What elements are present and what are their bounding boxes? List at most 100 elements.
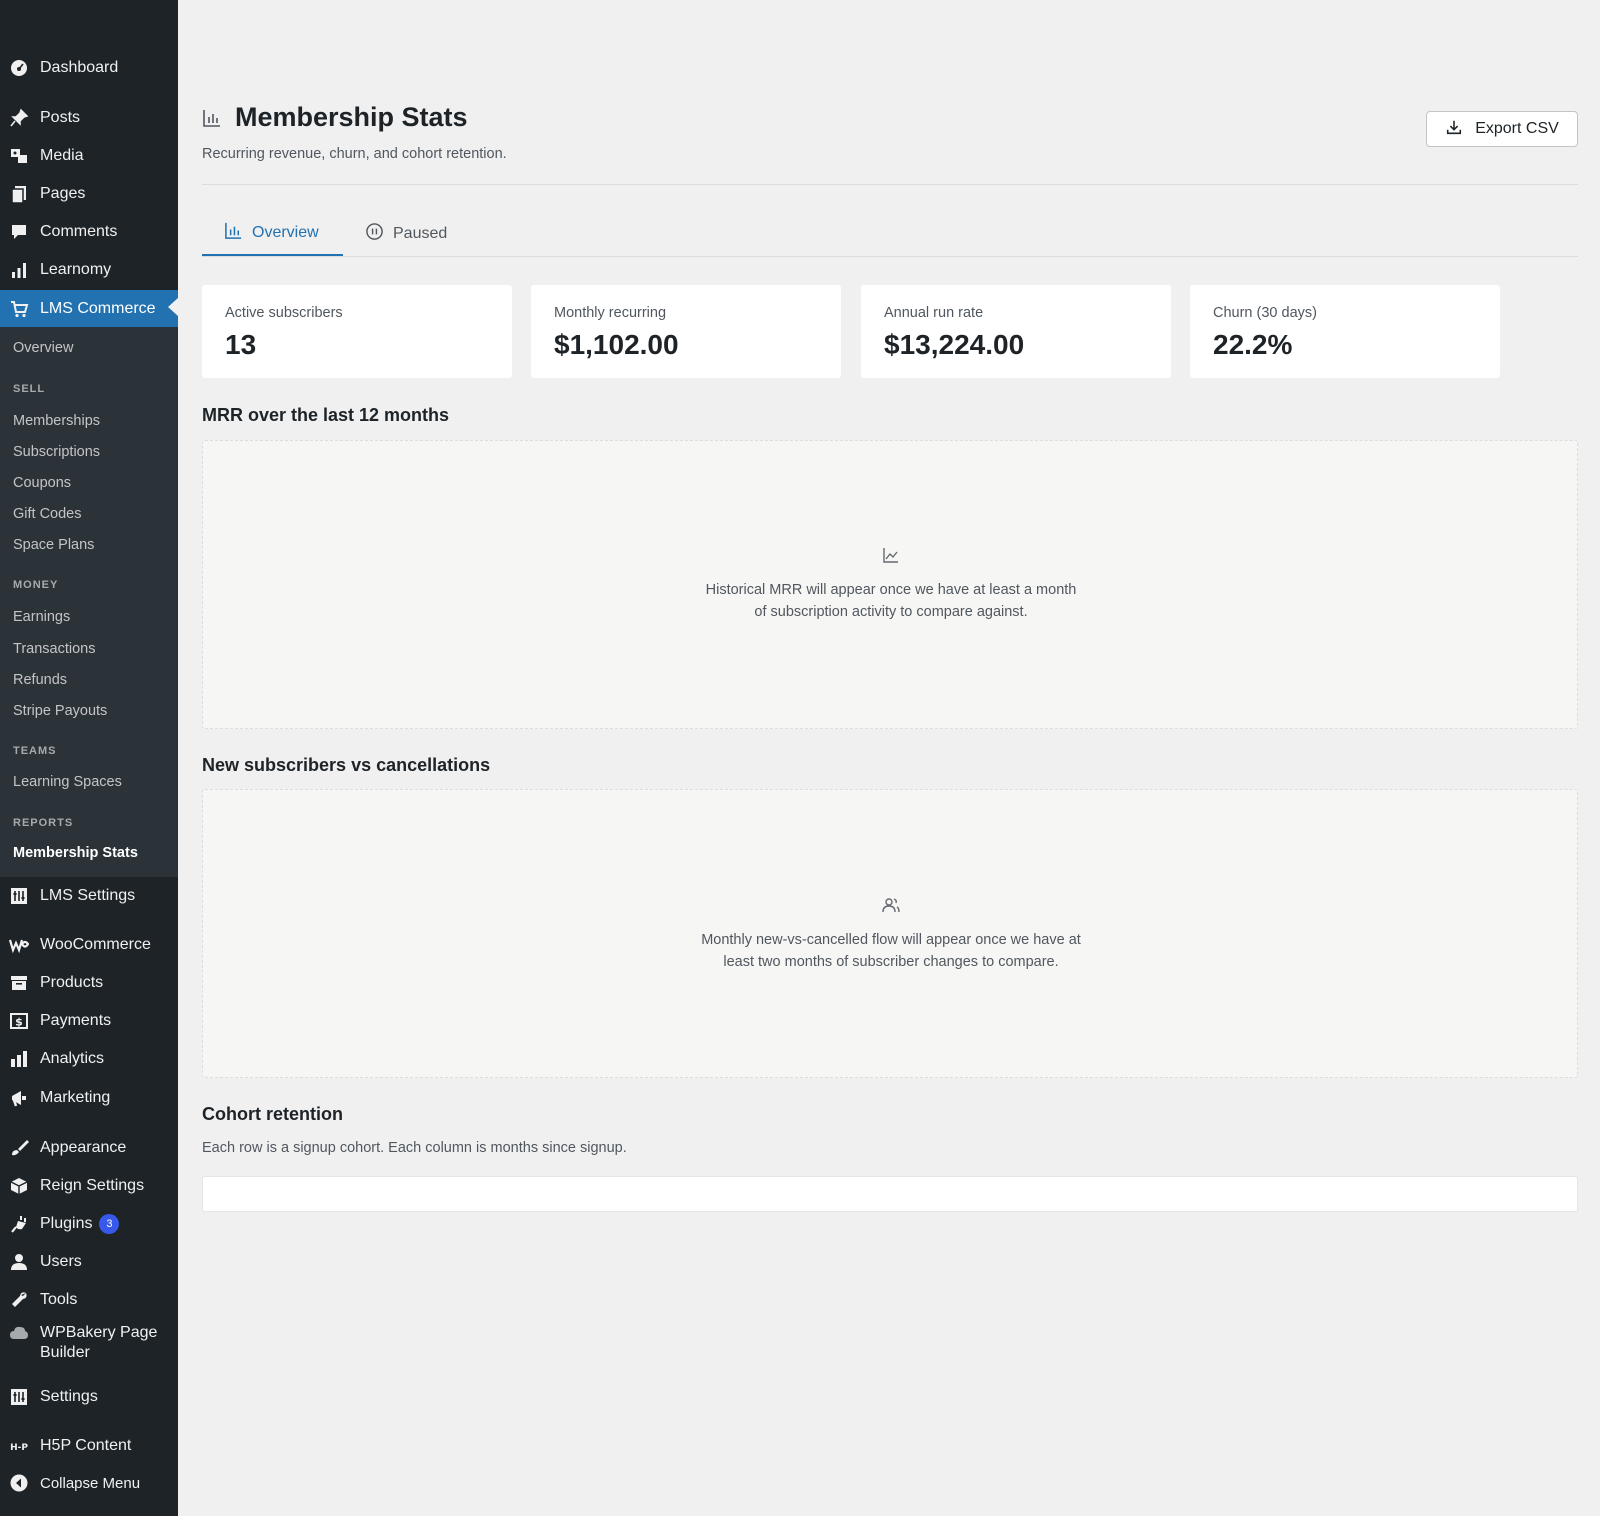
menu-users[interactable]: Users (0, 1245, 178, 1279)
cohort-section-title: Cohort retention (202, 1104, 343, 1124)
tab-overview-label: Overview (252, 224, 319, 241)
menu-media[interactable]: Media (0, 139, 178, 173)
stat-value: 22.2% (1213, 329, 1293, 360)
menu-dashboard[interactable]: Dashboard (0, 51, 178, 85)
submenu-subscriptions[interactable]: Subscriptions (13, 444, 100, 460)
submenu-membership-stats[interactable]: Membership Stats (13, 845, 138, 861)
export-csv-button[interactable]: Export CSV (1426, 111, 1578, 147)
settings-sliders-icon (9, 1387, 29, 1407)
mrr-empty-state: Historical MRR will appear once we have … (202, 440, 1578, 729)
submenu-learning-spaces[interactable]: Learning Spaces (13, 774, 122, 790)
submenu-refunds[interactable]: Refunds (13, 672, 67, 688)
submenu-coupons[interactable]: Coupons (13, 475, 71, 491)
stat-card-monthly-recurring: Monthly recurring $1,102.00 (531, 285, 841, 378)
stat-label: Monthly recurring (554, 305, 667, 321)
cohort-description: Each row is a signup cohort. Each column… (202, 1140, 627, 1156)
tab-paused[interactable]: Paused (365, 212, 447, 256)
mrr-empty-text: Historical MRR will appear once we have … (591, 579, 1191, 623)
plugin-icon (9, 1214, 29, 1234)
lms-commerce-submenu: Overview SELL Memberships Subscriptions … (0, 327, 178, 877)
submenu-heading-money: MONEY (13, 579, 59, 591)
page-title: Membership Stats (235, 102, 468, 132)
settings-sliders-icon (9, 886, 29, 906)
menu-learnomy[interactable]: Learnomy (0, 253, 178, 287)
submenu-overview[interactable]: Overview (13, 340, 73, 356)
submenu-gift-codes[interactable]: Gift Codes (13, 506, 82, 522)
submenu-heading-reports: REPORTS (13, 817, 74, 829)
menu-marketing-label: Marketing (40, 1089, 111, 1106)
stat-value: $13,224.00 (884, 329, 1025, 360)
menu-wpbakery-line1: WPBakery Page (40, 1324, 158, 1341)
submenu-heading-teams: TEAMS (13, 745, 57, 757)
menu-woocommerce-label: WooCommerce (40, 936, 151, 953)
svg-text:$: $ (15, 1016, 23, 1029)
menu-collapse-label: Collapse Menu (40, 1474, 141, 1492)
menu-products-label: Products (40, 974, 104, 991)
tabs-divider (202, 256, 1578, 257)
cohort-table (202, 1176, 1578, 1212)
admin-sidebar: Dashboard Posts Media Pages Comments Lea… (0, 0, 178, 1516)
comment-icon (9, 222, 29, 242)
menu-analytics[interactable]: Analytics (0, 1042, 178, 1076)
collapse-icon (9, 1473, 29, 1493)
menu-lms-commerce[interactable]: LMS Commerce (0, 290, 178, 327)
payments-icon: $ (9, 1011, 29, 1031)
h5p-icon: H-P (9, 1436, 29, 1456)
bar-chart-icon (202, 108, 222, 128)
bar-chart-icon (224, 221, 243, 245)
menu-h5p-label: H5P Content (40, 1437, 132, 1454)
stat-value: $1,102.00 (554, 329, 679, 360)
header-divider (202, 184, 1578, 185)
mrr-empty-line1: Historical MRR will appear once we have … (705, 582, 1077, 598)
menu-marketing[interactable]: Marketing (0, 1081, 178, 1115)
cube-icon (9, 1176, 29, 1196)
menu-tools[interactable]: Tools (0, 1283, 178, 1317)
menu-lms-settings[interactable]: LMS Settings (0, 879, 178, 913)
pin-icon (9, 108, 29, 128)
submenu-heading-sell: SELL (13, 383, 46, 395)
pause-icon (365, 222, 384, 246)
flow-empty-line1: Monthly new-vs-cancelled flow will appea… (701, 932, 1081, 948)
megaphone-icon (9, 1088, 29, 1108)
woocommerce-icon (9, 935, 29, 955)
menu-plugins[interactable]: Plugins 3 (0, 1207, 178, 1241)
menu-reign-settings-label: Reign Settings (40, 1177, 145, 1194)
cloud-icon (9, 1323, 29, 1343)
stat-card-active-subscribers: Active subscribers 13 (202, 285, 512, 378)
menu-media-label: Media (40, 147, 84, 164)
menu-lms-commerce-label: LMS Commerce (40, 299, 156, 317)
menu-reign-settings[interactable]: Reign Settings (0, 1169, 178, 1203)
users-icon (881, 895, 901, 915)
menu-settings-label: Settings (40, 1388, 98, 1405)
menu-plugins-label: Plugins (40, 1215, 93, 1232)
stat-label: Active subscribers (225, 305, 343, 321)
tab-overview[interactable]: Overview (202, 212, 343, 256)
stat-label: Annual run rate (884, 305, 984, 321)
submenu-transactions[interactable]: Transactions (13, 641, 95, 657)
menu-collapse[interactable]: Collapse Menu (0, 1466, 178, 1500)
menu-payments[interactable]: $ Payments (0, 1004, 178, 1038)
menu-woocommerce[interactable]: WooCommerce (0, 928, 178, 962)
stat-card-annual-run-rate: Annual run rate $13,224.00 (861, 285, 1171, 378)
menu-posts[interactable]: Posts (0, 101, 178, 135)
menu-comments[interactable]: Comments (0, 215, 178, 249)
menu-wpbakery[interactable]: WPBakery Page Builder (0, 1321, 178, 1365)
bar-chart-icon (9, 260, 29, 280)
menu-h5p[interactable]: H-P H5P Content (0, 1429, 178, 1463)
menu-learnomy-label: Learnomy (40, 261, 112, 278)
menu-lms-settings-label: LMS Settings (40, 887, 136, 904)
menu-pages[interactable]: Pages (0, 177, 178, 211)
tab-paused-label: Paused (393, 225, 448, 242)
user-icon (9, 1252, 29, 1272)
brush-icon (9, 1138, 29, 1158)
menu-appearance[interactable]: Appearance (0, 1131, 178, 1165)
menu-products[interactable]: Products (0, 966, 178, 1000)
menu-settings[interactable]: Settings (0, 1380, 178, 1414)
submenu-space-plans[interactable]: Space Plans (13, 537, 94, 553)
submenu-earnings[interactable]: Earnings (13, 609, 70, 625)
plugins-update-badge: 3 (99, 1214, 120, 1234)
submenu-memberships[interactable]: Memberships (13, 413, 100, 429)
analytics-icon (9, 1049, 29, 1069)
submenu-stripe-payouts[interactable]: Stripe Payouts (13, 703, 107, 719)
cart-icon (9, 299, 29, 319)
